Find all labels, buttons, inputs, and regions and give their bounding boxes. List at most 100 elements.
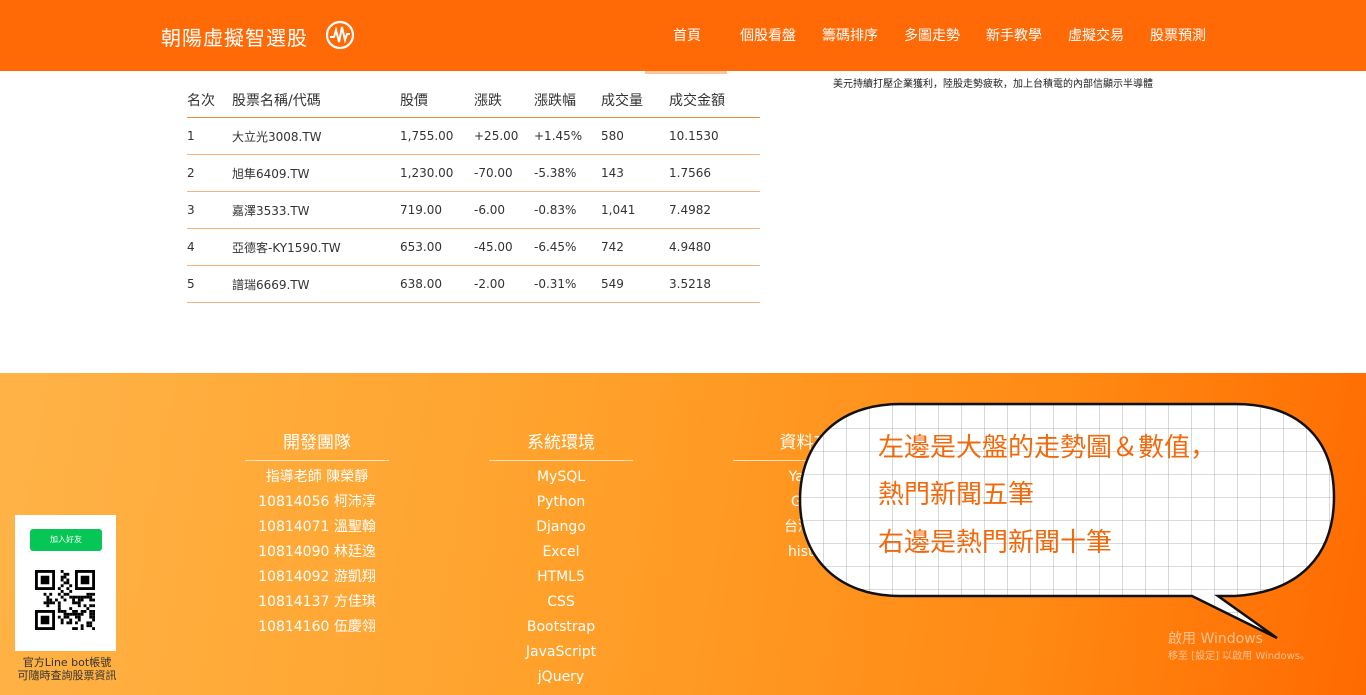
line-caption: 官方Line bot帳號 可隨時查詢股票資訊	[8, 656, 126, 682]
footer-env-item: Bootstrap	[526, 619, 596, 635]
cell-change: -6.00	[474, 191, 534, 229]
line-add-friend-button[interactable]: 加入好友	[30, 529, 102, 551]
cell-price: 1,230.00	[400, 154, 474, 192]
cell-price: 719.00	[400, 191, 474, 229]
col-name: 股票名稱/代碼	[232, 82, 400, 118]
footer-env-item: Django	[536, 519, 586, 535]
nav-tutorial[interactable]: 新手教學	[986, 25, 1042, 45]
cell-volume: 549	[601, 265, 669, 303]
table-row[interactable]: 2 旭隼6409.TW 1,230.00 -70.00 -5.38% 143 1.7566	[187, 154, 760, 192]
footer-env-item: CSS	[547, 594, 575, 610]
footer-env-title: 系統環境	[489, 432, 633, 461]
footer-source-item: histo	[787, 544, 823, 560]
footer-source-item: Yaho	[788, 469, 822, 485]
bubble-line3: 右邊是熱門新聞十筆	[878, 528, 1113, 558]
table-row[interactable]: 1 大立光3008.TW 1,755.00 +25.00 +1.45% 580 10.153…	[187, 117, 760, 155]
qr-code-icon	[35, 570, 95, 630]
cell-volume: 580	[601, 117, 669, 155]
footer-team-item: 10814071 溫聖翰	[258, 519, 376, 535]
cell-rank: 2	[187, 154, 232, 192]
footer-team-title: 開發團隊	[245, 432, 389, 461]
footer-team-list: 指導老師 陳榮靜 10814056 柯沛淳 10814071 溫聖翰 10814090…	[245, 461, 389, 640]
table-row[interactable]: 4 亞德客-KY1590.TW 653.00 -45.00 -6.45% 742 4.948…	[187, 228, 760, 266]
footer-env-column: 系統環境 MySQL Python Django Excel HTML5 CSS Boots…	[489, 432, 633, 690]
cell-pct: -0.31%	[534, 265, 601, 303]
table-row[interactable]: 3 嘉澤3533.TW 719.00 -6.00 -0.83% 1,041 7.4982	[187, 191, 760, 229]
footer-env-item: MySQL	[536, 469, 586, 485]
cell-pct: -6.45%	[534, 228, 601, 266]
cell-amount: 1.7566	[669, 154, 760, 192]
footer-team-item: 10814160 伍慶翎	[258, 619, 376, 635]
cell-rank: 5	[187, 265, 232, 303]
nav-multi-chart[interactable]: 多圖走勢	[904, 25, 960, 45]
cell-stock-name[interactable]: 譜瑞6669.TW	[232, 265, 400, 303]
cell-stock-name[interactable]: 大立光3008.TW	[232, 117, 400, 155]
top-stock-table: 名次 股票名稱/代碼 股價 漲跌 漲跌幅 成交量 成交金額 1 大立光3008.T…	[187, 82, 760, 303]
col-price: 股價	[400, 82, 474, 118]
footer-source-list: Yaho Goo 台灣證 histo	[733, 461, 877, 565]
top-navbar: 朝陽虛擬智選股 首頁 個股看盤 籌碼排序 多圖走勢 新手教學 虛擬交易 股票預測	[0, 0, 1366, 71]
footer-env-item: JavaScript	[525, 644, 597, 660]
nav-virtual-trade[interactable]: 虛擬交易	[1068, 25, 1124, 45]
footer-source-item: Goo	[791, 494, 819, 510]
cell-pct: +1.45%	[534, 117, 601, 155]
cell-volume: 1,041	[601, 191, 669, 229]
footer-team-column: 開發團隊 指導老師 陳榮靜 10814056 柯沛淳 10814071 溫聖翰 108…	[245, 432, 389, 640]
cell-amount: 3.5218	[669, 265, 760, 303]
nav-prediction[interactable]: 股票預測	[1150, 25, 1206, 45]
col-volume: 成交量	[601, 82, 669, 118]
cell-pct: -5.38%	[534, 154, 601, 192]
bubble-line1: 左邊是大盤的走勢圖＆數值，	[878, 433, 1217, 463]
windows-activation-hint: 移至 [設定] 以啟用 Windows。	[1168, 651, 1310, 662]
footer-team-item: 指導老師 陳榮靜	[265, 469, 369, 485]
brand-title[interactable]: 朝陽虛擬智選股	[161, 22, 308, 51]
cell-stock-name[interactable]: 亞德客-KY1590.TW	[232, 228, 400, 266]
cell-pct: -0.83%	[534, 191, 601, 229]
brand-logo-icon[interactable]	[325, 20, 355, 50]
nav-chip-ranking[interactable]: 籌碼排序	[822, 25, 878, 45]
nav-home[interactable]: 首頁	[673, 25, 701, 45]
footer-source-column: 資料來 Yaho Goo 台灣證 histo	[733, 432, 877, 565]
cell-stock-name[interactable]: 嘉澤3533.TW	[232, 191, 400, 229]
cell-volume: 143	[601, 154, 669, 192]
footer-env-item: Python	[536, 494, 586, 510]
cell-price: 1,755.00	[400, 117, 474, 155]
cell-volume: 742	[601, 228, 669, 266]
col-change: 漲跌	[474, 82, 534, 118]
col-amount: 成交金額	[669, 82, 760, 118]
cell-change: -45.00	[474, 228, 534, 266]
cell-change: -70.00	[474, 154, 534, 192]
cell-price: 638.00	[400, 265, 474, 303]
footer-source-title: 資料來	[733, 432, 877, 461]
footer-env-item: Excel	[542, 544, 580, 560]
col-pct: 漲跌幅	[534, 82, 601, 118]
table-row[interactable]: 5 譜瑞6669.TW 638.00 -2.00 -0.31% 549 3.5218	[187, 265, 760, 303]
cell-rank: 1	[187, 117, 232, 155]
nav-active-indicator	[645, 71, 727, 74]
line-caption-line2: 可隨時查詢股票資訊	[17, 669, 117, 682]
line-caption-line1: 官方Line bot帳號	[22, 656, 112, 669]
cell-change: +25.00	[474, 117, 534, 155]
news-ticker[interactable]: 美元持續打壓企業獲利，陸股走勢疲軟，加上台積電的內部信顯示半導體	[833, 75, 1153, 90]
cell-rank: 4	[187, 228, 232, 266]
cell-price: 653.00	[400, 228, 474, 266]
footer-team-item: 10814092 游凱翔	[258, 569, 376, 585]
footer-source-item: 台灣證	[784, 519, 826, 535]
cell-stock-name[interactable]: 旭隼6409.TW	[232, 154, 400, 192]
cell-rank: 3	[187, 191, 232, 229]
footer-env-item: HTML5	[537, 569, 585, 585]
table-header-row: 名次 股票名稱/代碼 股價 漲跌 漲跌幅 成交量 成交金額	[187, 82, 760, 118]
cell-amount: 7.4982	[669, 191, 760, 229]
table-body: 1 大立光3008.TW 1,755.00 +25.00 +1.45% 580 10.153…	[187, 117, 760, 303]
nav-stock-watch[interactable]: 個股看盤	[740, 25, 796, 45]
line-qr-card: 加入好友	[15, 515, 116, 651]
cell-change: -2.00	[474, 265, 534, 303]
cell-amount: 10.1530	[669, 117, 760, 155]
windows-activation-title: 啟用 Windows	[1168, 631, 1263, 647]
col-rank: 名次	[187, 82, 232, 118]
footer-team-item: 10814090 林廷逸	[258, 544, 376, 560]
footer-team-item: 10814056 柯沛淳	[258, 494, 376, 510]
bubble-line2: 熱門新聞五筆	[878, 480, 1035, 510]
footer: 開發團隊 指導老師 陳榮靜 10814056 柯沛淳 10814071 溫聖翰 108…	[0, 373, 1366, 695]
footer-env-item: jQuery	[537, 669, 585, 685]
